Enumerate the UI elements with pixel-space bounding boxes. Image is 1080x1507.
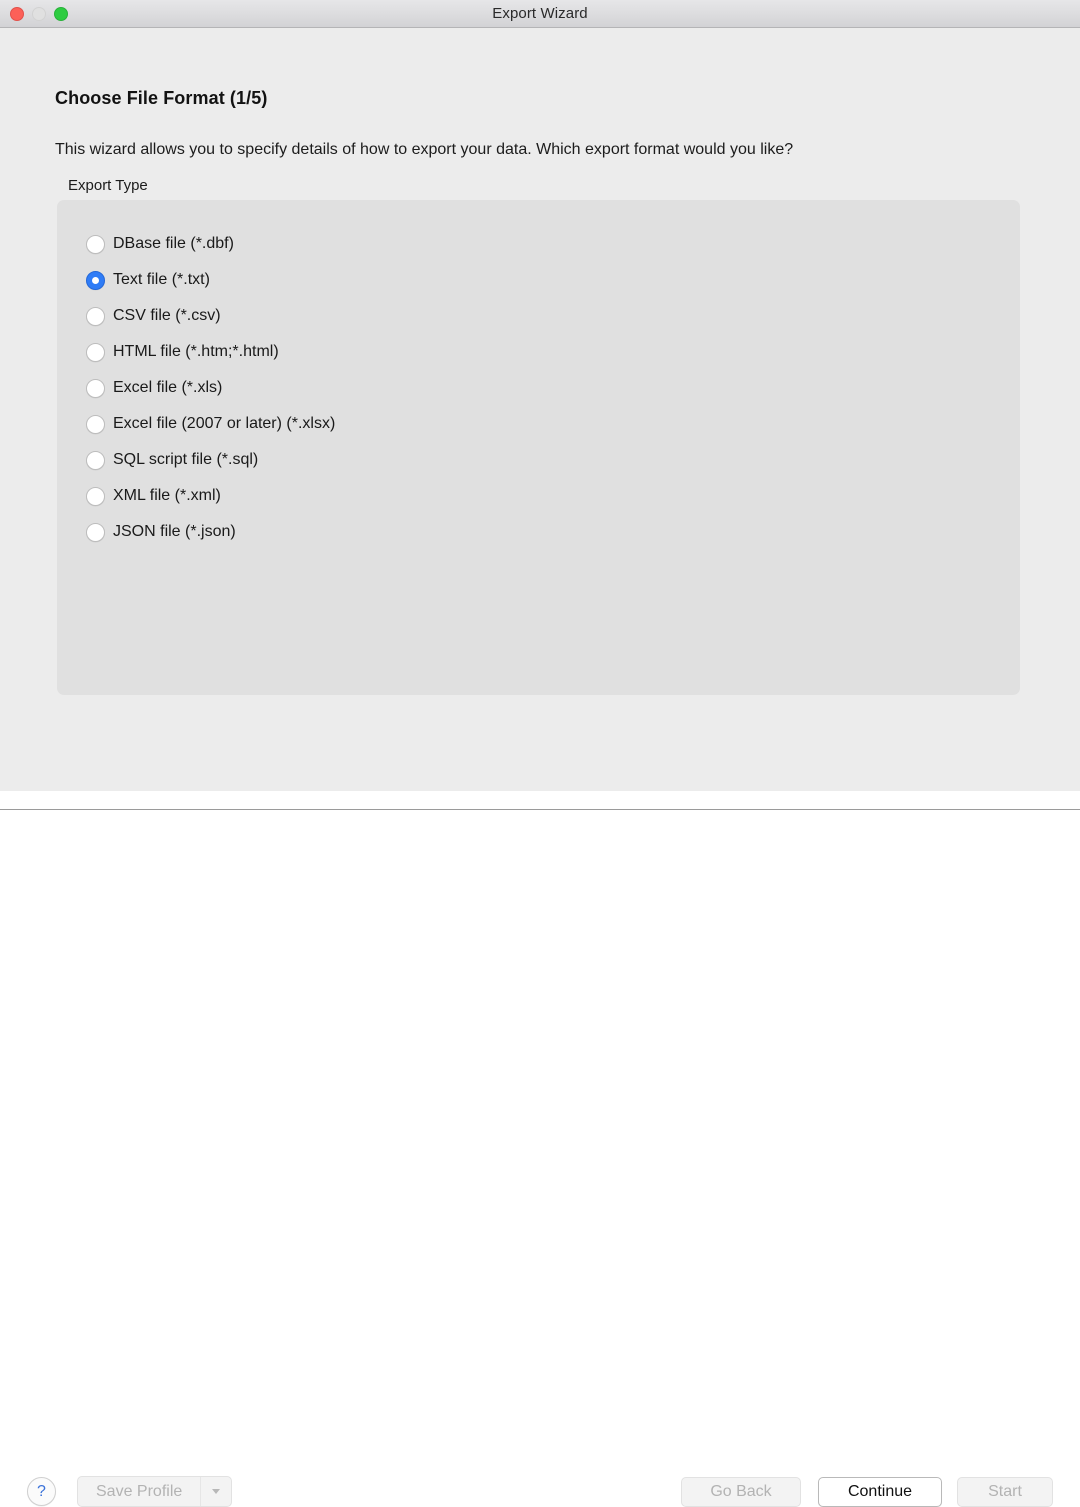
dialog-footer: ? Save Profile Go Back Continue Start <box>0 748 1080 1507</box>
window-outer-margin <box>0 810 1080 819</box>
question-mark-icon: ? <box>37 1482 46 1500</box>
radio-option-xml[interactable]: XML file (*.xml) <box>86 478 1010 514</box>
radio-option-xlsx[interactable]: Excel file (2007 or later) (*.xlsx) <box>86 406 1010 442</box>
traffic-lights <box>10 0 68 27</box>
radio-option-label: XML file (*.xml) <box>113 487 221 504</box>
radio-option-label: SQL script file (*.sql) <box>113 451 259 468</box>
radio-icon-selected[interactable] <box>86 270 105 290</box>
radio-icon[interactable] <box>86 522 105 542</box>
minimize-window-button <box>32 6 46 21</box>
go-back-button[interactable]: Go Back <box>681 1477 801 1507</box>
continue-button[interactable]: Continue <box>818 1477 942 1507</box>
radio-icon[interactable] <box>86 378 105 398</box>
chevron-down-icon <box>212 1489 221 1494</box>
help-button[interactable]: ? <box>27 1477 56 1506</box>
radio-option-label: Excel file (*.xls) <box>113 379 223 396</box>
radio-option-json[interactable]: JSON file (*.json) <box>86 514 1010 550</box>
export-wizard-window: Export Wizard Choose File Format (1/5) T… <box>0 0 1080 1507</box>
export-type-group-label: Export Type <box>68 177 148 194</box>
close-window-button[interactable] <box>10 6 24 21</box>
radio-option-csv[interactable]: CSV file (*.csv) <box>86 298 1010 334</box>
window-titlebar: Export Wizard <box>0 0 1080 28</box>
page-description: This wizard allows you to specify detail… <box>55 141 794 158</box>
save-profile-dropdown-button[interactable] <box>200 1477 231 1506</box>
radio-icon[interactable] <box>86 450 105 470</box>
radio-option-label: Excel file (2007 or later) (*.xlsx) <box>113 415 336 432</box>
radio-option-html[interactable]: HTML file (*.htm;*.html) <box>86 334 1010 370</box>
radio-option-label: HTML file (*.htm;*.html) <box>113 343 279 360</box>
window-title: Export Wizard <box>492 5 588 22</box>
radio-option-label: Text file (*.txt) <box>113 271 210 288</box>
start-button[interactable]: Start <box>957 1477 1053 1507</box>
export-type-radio-group[interactable]: DBase file (*.dbf) Text file (*.txt) CSV… <box>86 226 1010 550</box>
dialog-content: Choose File Format (1/5) This wizard all… <box>0 28 1080 1507</box>
export-type-panel: DBase file (*.dbf) Text file (*.txt) CSV… <box>57 200 1020 695</box>
radio-option-label: CSV file (*.csv) <box>113 307 221 324</box>
radio-option-label: DBase file (*.dbf) <box>113 235 234 252</box>
radio-icon[interactable] <box>86 234 105 254</box>
radio-icon[interactable] <box>86 342 105 362</box>
radio-icon[interactable] <box>86 414 105 434</box>
radio-icon[interactable] <box>86 306 105 326</box>
page-title: Choose File Format (1/5) <box>55 88 268 108</box>
maximize-window-button[interactable] <box>54 6 68 21</box>
radio-icon[interactable] <box>86 486 105 506</box>
save-profile-split-button[interactable]: Save Profile <box>77 1476 233 1507</box>
radio-option-xls[interactable]: Excel file (*.xls) <box>86 370 1010 406</box>
radio-option-dbf[interactable]: DBase file (*.dbf) <box>86 226 1010 262</box>
radio-option-sql[interactable]: SQL script file (*.sql) <box>86 442 1010 478</box>
radio-option-txt[interactable]: Text file (*.txt) <box>86 262 1010 298</box>
radio-option-label: JSON file (*.json) <box>113 523 236 540</box>
save-profile-button[interactable]: Save Profile <box>78 1477 200 1506</box>
